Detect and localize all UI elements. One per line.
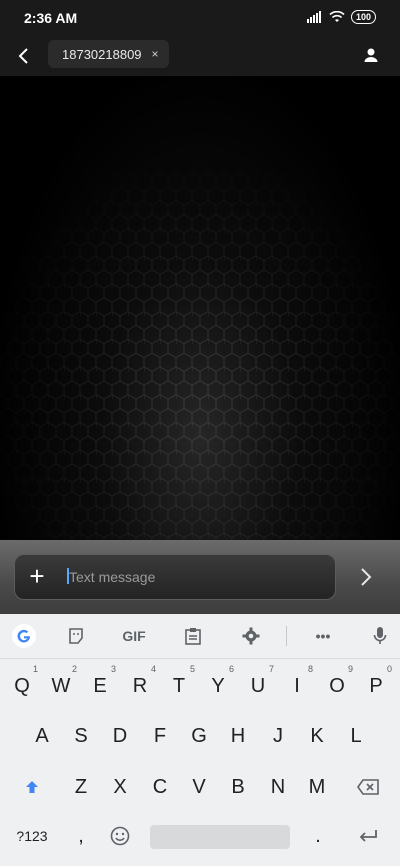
keyboard: GIF ••• Q1 W2 E3 R4 T5 Y6 U 7 I 8 O 9 P … bbox=[0, 614, 400, 866]
shift-key[interactable] bbox=[14, 767, 50, 807]
key-s[interactable]: S bbox=[63, 716, 99, 756]
symbols-key[interactable]: ?123 bbox=[8, 816, 56, 856]
key-d[interactable]: D bbox=[102, 716, 138, 756]
conversation-area bbox=[0, 76, 400, 540]
smiley-icon bbox=[110, 826, 130, 846]
key-g[interactable]: G bbox=[181, 716, 217, 756]
hexagon-wallpaper bbox=[0, 76, 400, 540]
remove-recipient-icon[interactable]: × bbox=[152, 47, 159, 61]
period-key[interactable]: . bbox=[300, 816, 336, 856]
status-time: 2:36 AM bbox=[24, 10, 78, 26]
signal-icon bbox=[306, 11, 321, 23]
send-button[interactable] bbox=[354, 565, 378, 589]
key-n[interactable]: N bbox=[260, 767, 296, 807]
recipient-number: 18730218809 bbox=[62, 46, 142, 62]
key-h[interactable]: H bbox=[220, 716, 256, 756]
microphone-icon[interactable] bbox=[364, 620, 396, 652]
key-m[interactable]: M bbox=[299, 767, 335, 807]
key-q[interactable]: Q1 bbox=[4, 664, 40, 706]
text-cursor bbox=[67, 568, 69, 584]
key-f[interactable]: F bbox=[142, 716, 178, 756]
backspace-icon bbox=[357, 779, 379, 795]
key-r[interactable]: R4 bbox=[122, 664, 158, 706]
clipboard-icon[interactable] bbox=[177, 620, 209, 652]
status-bar: 2:36 AM 100 bbox=[0, 0, 400, 36]
status-icons: 100 bbox=[306, 10, 376, 24]
key-z[interactable]: Z bbox=[63, 767, 99, 807]
shift-arrow-icon bbox=[26, 781, 38, 793]
key-v[interactable]: V bbox=[181, 767, 217, 807]
keyboard-toolbar: GIF ••• bbox=[0, 614, 400, 659]
compose-bar: + bbox=[0, 540, 400, 614]
key-a[interactable]: A bbox=[24, 716, 60, 756]
key-o[interactable]: O9 bbox=[319, 664, 355, 706]
gif-button[interactable]: GIF bbox=[118, 620, 150, 652]
enter-key[interactable] bbox=[350, 816, 386, 856]
key-j[interactable]: J bbox=[260, 716, 296, 756]
toolbar-divider bbox=[286, 626, 287, 646]
battery-indicator: 100 bbox=[350, 10, 376, 24]
key-p[interactable]: P0 bbox=[358, 664, 394, 706]
message-input[interactable] bbox=[67, 561, 321, 593]
chevron-right-icon bbox=[361, 568, 372, 586]
key-l[interactable]: L bbox=[338, 716, 374, 756]
emoji-key[interactable] bbox=[102, 816, 138, 856]
space-bar[interactable] bbox=[150, 825, 290, 849]
key-y[interactable]: Y6 bbox=[200, 664, 236, 706]
comma-key[interactable]: , bbox=[63, 816, 99, 856]
key-w[interactable]: W2 bbox=[43, 664, 79, 706]
key-e[interactable]: E3 bbox=[82, 664, 118, 706]
key-x[interactable]: X bbox=[102, 767, 138, 807]
settings-gear-icon[interactable] bbox=[235, 620, 267, 652]
compose-field: + bbox=[14, 554, 336, 600]
recipient-chip[interactable]: 18730218809 × bbox=[48, 40, 169, 68]
conversation-header: 18730218809 × bbox=[0, 36, 400, 76]
chevron-left-icon bbox=[18, 48, 28, 64]
key-t[interactable]: T5 bbox=[161, 664, 197, 706]
key-k[interactable]: K bbox=[299, 716, 335, 756]
back-button[interactable] bbox=[10, 40, 38, 72]
key-c[interactable]: C bbox=[142, 767, 178, 807]
enter-arrow-icon bbox=[359, 830, 377, 842]
more-options-button[interactable]: ••• bbox=[307, 620, 339, 652]
wifi-icon bbox=[329, 11, 345, 22]
key-b[interactable]: B bbox=[220, 767, 256, 807]
sticker-icon[interactable] bbox=[60, 620, 92, 652]
backspace-key[interactable] bbox=[350, 767, 386, 807]
add-contact-button[interactable] bbox=[358, 42, 384, 68]
person-icon bbox=[364, 48, 378, 62]
google-icon[interactable] bbox=[8, 620, 40, 652]
attach-plus-icon[interactable]: + bbox=[25, 563, 49, 589]
key-i[interactable]: I8 bbox=[279, 664, 315, 706]
key-u[interactable]: U7 bbox=[240, 664, 276, 706]
